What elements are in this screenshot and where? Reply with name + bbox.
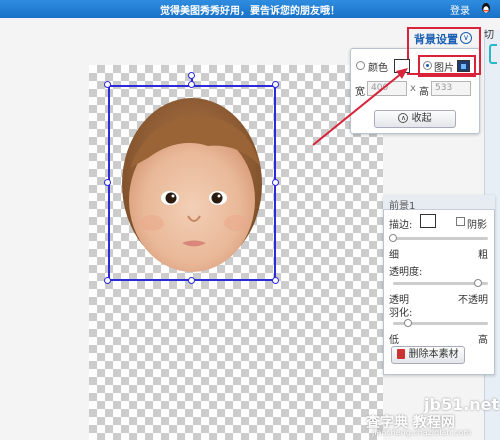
low-label: 低 [389,335,399,346]
border-label: 描边: [389,220,413,231]
border-width-slider[interactable] [393,237,488,240]
thin-label: 细 [389,250,399,261]
delete-material-button[interactable]: 删除本素材 [391,346,465,364]
opaque-label: 不透明 [458,295,488,306]
shadow-label: 阴影 [467,220,487,231]
watermark-url: jiaocheng.chazidian.com [372,428,472,437]
feather-knob[interactable] [404,319,412,327]
feather-label: 羽化: [389,308,413,319]
opacity-knob[interactable] [474,279,482,287]
foreground-title: 前景1 [389,201,416,212]
opacity-label: 透明度: [389,267,423,278]
shadow-checkbox[interactable] [456,217,465,226]
delete-material-label: 删除本素材 [408,349,459,360]
high-label: 高 [478,335,488,346]
trash-icon [397,349,406,359]
border-width-knob[interactable] [389,234,397,242]
border-color-swatch[interactable] [420,214,436,228]
thick-label: 粗 [478,250,488,261]
